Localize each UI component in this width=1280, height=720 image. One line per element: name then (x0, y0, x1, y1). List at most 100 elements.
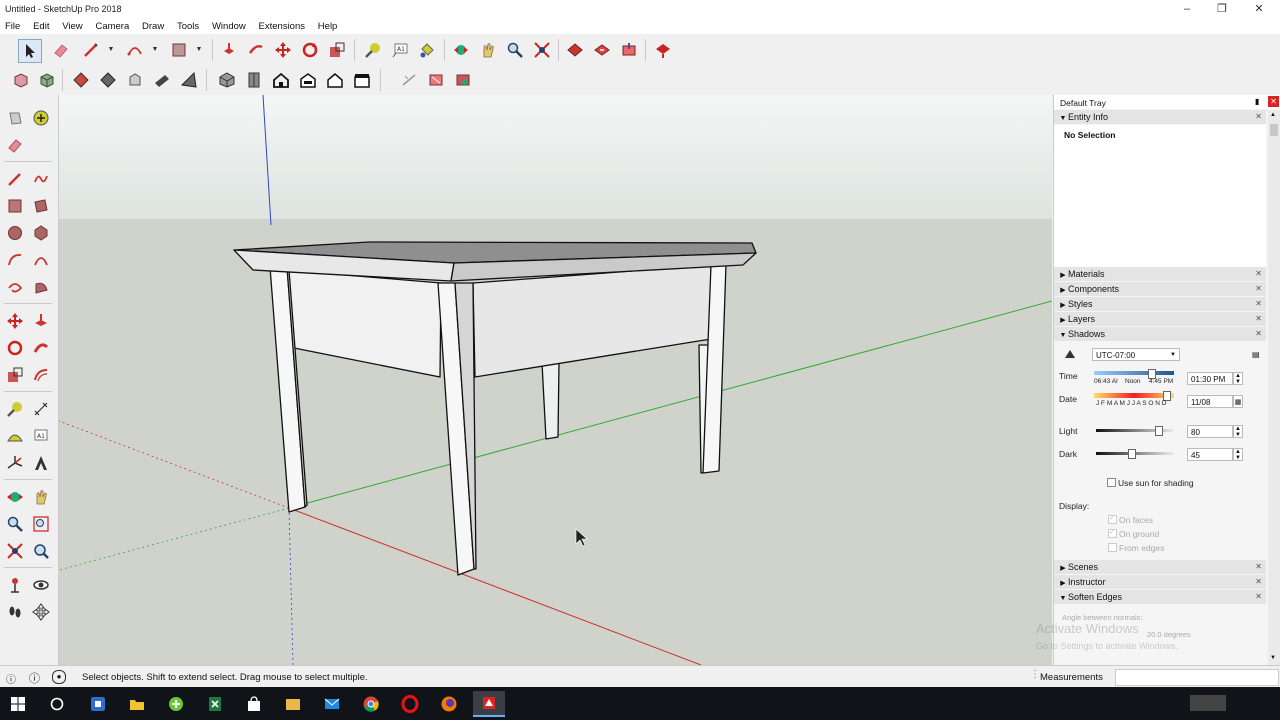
instructor-header[interactable]: ▶ Instructor ✕ (1054, 575, 1266, 589)
line-tool-icon[interactable] (80, 39, 102, 61)
firefox-icon[interactable] (433, 691, 465, 717)
scenes-header[interactable]: ▶ Scenes ✕ (1054, 560, 1266, 574)
dark-slider-thumb[interactable] (1128, 449, 1137, 459)
share-model-icon[interactable] (591, 39, 613, 61)
task-view-icon[interactable] (82, 691, 114, 717)
view-left-icon[interactable] (351, 69, 373, 91)
two-point-arc-icon[interactable] (30, 249, 52, 271)
zoom-tool-icon[interactable] (504, 39, 526, 61)
user-icon[interactable]: ● (52, 670, 66, 684)
shadows-header[interactable]: ▼ Shadows ✕ (1054, 327, 1266, 341)
opera-icon[interactable] (394, 691, 426, 717)
rotate-icon[interactable] (4, 337, 26, 359)
dark-spinner[interactable]: ▲ ▼ (1233, 448, 1243, 461)
style-wireframe-icon[interactable] (36, 69, 58, 91)
style-textures-icon[interactable] (124, 69, 146, 91)
follow-me-icon[interactable] (245, 39, 267, 61)
panel-close-icon[interactable]: ✕ (1255, 575, 1262, 589)
time-spinner[interactable]: ▲ ▼ (1233, 372, 1243, 385)
calendar-icon[interactable]: ▦ (1233, 395, 1243, 408)
app-green-plus-icon[interactable] (160, 691, 192, 717)
scale-tool-icon[interactable] (326, 39, 348, 61)
axes-icon[interactable] (4, 452, 26, 474)
previous-view-icon[interactable] (30, 540, 52, 562)
follow-me-tool-icon[interactable] (30, 337, 52, 359)
menu-camera[interactable]: Camera (90, 18, 134, 32)
move-icon[interactable] (4, 310, 26, 332)
menu-view[interactable]: View (57, 18, 87, 32)
sketchup-taskbar-icon[interactable] (473, 691, 505, 717)
polygon-icon[interactable] (30, 222, 52, 244)
arc-icon[interactable] (4, 249, 26, 271)
date-slider[interactable] (1094, 393, 1174, 398)
menu-help[interactable]: Help (313, 18, 343, 32)
style-hidden-line-icon[interactable] (70, 69, 92, 91)
minimize-icon[interactable]: – (1170, 1, 1204, 17)
paint-bucket-icon[interactable] (416, 39, 438, 61)
folder-icon[interactable] (277, 691, 309, 717)
close-icon[interactable]: ✕ (1242, 1, 1276, 17)
dimension-icon[interactable] (30, 398, 52, 420)
tray-close-icon[interactable]: ✕ (1268, 96, 1279, 107)
display-section-planes-icon[interactable] (425, 69, 447, 91)
panel-close-icon[interactable]: ✕ (1255, 110, 1262, 124)
menu-tools[interactable]: Tools (172, 18, 204, 32)
walk-icon[interactable] (4, 601, 26, 623)
style-xray-icon[interactable] (10, 69, 32, 91)
geo-location-icon[interactable]: ⓘ (6, 671, 16, 686)
display-section-cuts-icon[interactable] (452, 69, 474, 91)
mail-icon[interactable] (316, 691, 348, 717)
circle-icon[interactable] (4, 222, 26, 244)
scale-icon[interactable] (4, 364, 26, 386)
menu-extensions[interactable]: Extensions (254, 18, 310, 32)
credits-icon[interactable]: ⓘ (29, 670, 40, 686)
timezone-select[interactable]: UTC-07:00 ▼ (1092, 348, 1180, 361)
from-edges-checkbox[interactable] (1108, 543, 1117, 552)
orbit-icon[interactable] (4, 486, 26, 508)
scrollbar-thumb[interactable] (1270, 124, 1278, 136)
materials-header[interactable]: ▶ Materials ✕ (1054, 267, 1266, 281)
view-iso-icon[interactable] (216, 69, 238, 91)
tape-measure-tool-icon[interactable] (4, 398, 26, 420)
make-component-icon[interactable] (30, 107, 52, 129)
entity-info-header[interactable]: ▼ Entity Info ✕ (1054, 110, 1266, 124)
panel-close-icon[interactable]: ✕ (1255, 282, 1262, 296)
components-header[interactable]: ▶ Components ✕ (1054, 282, 1266, 296)
styles-header[interactable]: ▶ Styles ✕ (1054, 297, 1266, 311)
light-slider-thumb[interactable] (1155, 426, 1164, 436)
rotate-tool-icon[interactable] (299, 39, 321, 61)
excel-icon[interactable] (199, 691, 231, 717)
push-pull-icon[interactable] (218, 39, 240, 61)
text-icon[interactable]: A1 (30, 425, 52, 447)
dark-input[interactable]: 45 (1187, 448, 1233, 461)
light-input[interactable]: 80 (1187, 425, 1233, 438)
3d-text-icon[interactable] (30, 452, 52, 474)
line-dropdown-icon[interactable]: ▼ (106, 39, 116, 61)
freehand-icon[interactable] (30, 168, 52, 190)
rotated-rectangle-icon[interactable] (30, 195, 52, 217)
scroll-up-icon[interactable]: ▲ (1270, 112, 1276, 118)
search-icon[interactable] (41, 691, 73, 717)
orbit-tool-icon[interactable] (450, 39, 472, 61)
windows-start-icon[interactable] (2, 691, 34, 717)
select-icon[interactable] (4, 107, 26, 129)
tape-measure-icon[interactable] (362, 39, 384, 61)
light-spinner[interactable]: ▲ ▼ (1233, 425, 1243, 438)
zoom-extents-tool-icon[interactable] (4, 540, 26, 562)
store-icon[interactable] (238, 691, 270, 717)
use-sun-checkbox[interactable] (1107, 478, 1116, 487)
layers-header[interactable]: ▶ Layers ✕ (1054, 312, 1266, 326)
on-ground-checkbox[interactable]: ✓ (1108, 529, 1117, 538)
view-back-icon[interactable] (324, 69, 346, 91)
measurements-input[interactable] (1115, 669, 1279, 686)
move-tool-icon[interactable] (272, 39, 294, 61)
share-component-icon[interactable] (618, 39, 640, 61)
push-pull-tool-icon[interactable] (30, 310, 52, 332)
menu-draw[interactable]: Draw (137, 18, 169, 32)
arc-tool-icon[interactable] (124, 39, 146, 61)
position-camera-icon[interactable] (4, 574, 26, 596)
view-front-icon[interactable] (270, 69, 292, 91)
soften-edges-header[interactable]: ▼ Soften Edges ✕ (1054, 590, 1266, 604)
scroll-down-icon[interactable]: ▼ (1270, 655, 1276, 661)
style-monochrome-icon[interactable] (151, 69, 173, 91)
